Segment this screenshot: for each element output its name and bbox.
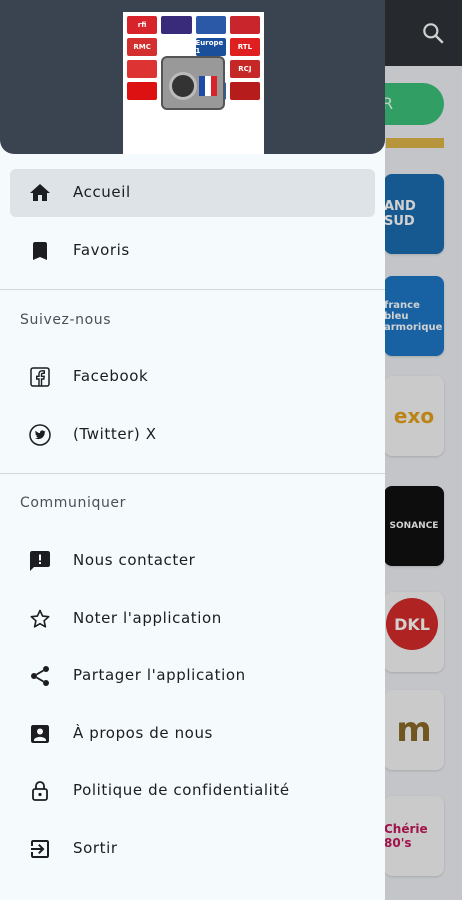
lock-icon — [32, 781, 48, 801]
nav-item-label: (Twitter) X — [73, 425, 157, 443]
logo-tile — [229, 82, 260, 100]
drawer-scrim[interactable] — [385, 0, 462, 900]
divider — [0, 289, 385, 290]
radio-icon — [161, 56, 225, 110]
bookmark-icon — [33, 242, 47, 260]
logo-tile — [229, 16, 260, 34]
nav-item-label: Facebook — [73, 367, 149, 385]
logo-tile — [161, 16, 192, 34]
nav-item-label: Partager l'application — [73, 666, 246, 684]
nav-item-rate[interactable]: Noter l'application — [10, 595, 375, 643]
home-icon — [30, 184, 50, 201]
nav-item-label: Sortir — [73, 839, 118, 857]
facebook-icon — [30, 367, 50, 387]
nav-item-label: Noter l'application — [73, 609, 222, 627]
nav-item-label: Nous contacter — [73, 551, 196, 569]
exit-icon — [31, 840, 49, 858]
section-title-communicate: Communiquer — [20, 495, 126, 511]
nav-item-label: Accueil — [73, 183, 131, 201]
divider — [0, 473, 385, 474]
twitter-icon — [29, 424, 51, 446]
logo-tile — [127, 60, 158, 78]
nav-item-facebook[interactable]: Facebook — [10, 353, 375, 401]
logo-tile — [195, 16, 226, 34]
nav-item-contact[interactable]: Nous contacter — [10, 537, 375, 585]
nav-item-twitter[interactable]: (Twitter) X — [10, 411, 375, 459]
nav-item-accueil[interactable]: Accueil — [10, 169, 375, 217]
feedback-icon — [30, 551, 50, 571]
french-flag-icon — [199, 76, 217, 96]
navigation-drawer: rfi RMC Europe 1 RTL RCJ Accueil Favoris… — [0, 0, 385, 900]
logo-tile: RMC — [127, 38, 158, 56]
star-icon — [30, 609, 50, 628]
nav-item-privacy[interactable]: Politique de confidentialité — [10, 767, 375, 815]
account-box-icon — [31, 725, 49, 743]
logo-tile: RTL — [229, 38, 260, 56]
logo-tile: Europe 1 — [195, 38, 226, 56]
nav-item-about[interactable]: À propos de nous — [10, 710, 375, 758]
share-icon — [31, 666, 49, 686]
logo-tile — [127, 82, 158, 100]
nav-item-exit[interactable]: Sortir — [10, 825, 375, 873]
drawer-header: rfi RMC Europe 1 RTL RCJ — [0, 0, 385, 154]
nav-item-label: Politique de confidentialité — [73, 781, 290, 799]
nav-item-label: À propos de nous — [73, 724, 213, 742]
section-title-follow: Suivez-nous — [20, 312, 112, 328]
logo-tile: RCJ — [229, 60, 260, 78]
logo-tile — [161, 38, 192, 56]
nav-item-share[interactable]: Partager l'application — [10, 652, 375, 700]
app-logo: rfi RMC Europe 1 RTL RCJ — [123, 12, 264, 154]
logo-tile: rfi — [127, 16, 158, 34]
nav-item-label: Favoris — [73, 241, 130, 259]
nav-item-favoris[interactable]: Favoris — [10, 227, 375, 275]
